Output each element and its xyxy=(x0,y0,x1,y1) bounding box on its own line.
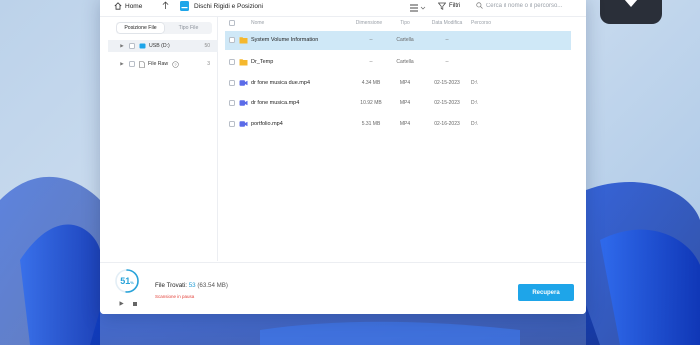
play-icon[interactable] xyxy=(119,301,124,306)
file-date: 02-16-2023 xyxy=(434,121,460,127)
column-date[interactable]: Data Modifica xyxy=(425,20,469,26)
file-name: dr fone musica due.mp4 xyxy=(251,80,311,86)
location-breadcrumb[interactable]: Dischi Rigidi e Posizioni xyxy=(179,0,263,14)
file-name: Dr_Temp xyxy=(251,59,274,65)
file-path: D:\ xyxy=(471,121,478,127)
file-type: MP4 xyxy=(399,121,411,127)
expand-arrow-icon[interactable]: ▶ xyxy=(118,61,126,67)
scan-status: Scansione in pausa xyxy=(155,294,195,299)
row-checkbox[interactable] xyxy=(229,80,235,86)
home-label: Home xyxy=(125,2,143,10)
video-file-icon xyxy=(239,80,248,86)
file-type: Cartella xyxy=(396,59,414,65)
usb-drive-icon xyxy=(139,43,146,49)
sidebar-item-count: 3 xyxy=(207,61,210,67)
arrow-up-icon xyxy=(162,0,169,9)
file-type: MP4 xyxy=(399,80,411,86)
filter-label: Filtri xyxy=(449,2,461,9)
file-list: Nome Dimensione Tipo Data Modifica Perco… xyxy=(221,17,586,261)
sidebar-item-usb[interactable]: ▶ USB (D:) 50 xyxy=(108,40,218,52)
file-path: D:\ xyxy=(471,100,478,106)
sidebar-item-label: USB (D:) xyxy=(149,43,170,49)
sidebar-item-checkbox[interactable] xyxy=(129,61,135,67)
filter-icon xyxy=(438,2,446,10)
search-icon xyxy=(476,2,483,9)
sidebar-item-checkbox[interactable] xyxy=(129,43,135,49)
sidebar: Posizione File Tipo File ▶ USB (D:) 50 ▶… xyxy=(108,17,218,261)
row-checkbox[interactable] xyxy=(229,59,235,65)
search-input[interactable] xyxy=(485,2,580,9)
row-checkbox[interactable] xyxy=(229,37,235,43)
video-file-icon xyxy=(239,100,248,106)
svg-text:?: ? xyxy=(175,61,178,66)
file-type: MP4 xyxy=(399,100,411,106)
video-file-icon xyxy=(239,121,248,127)
found-count: 53 xyxy=(188,282,196,289)
file-name: portfolio.mp4 xyxy=(251,121,283,127)
home-button[interactable]: Home xyxy=(114,0,142,13)
sidebar-item-label: File Raw xyxy=(148,61,169,67)
view-mode-button[interactable] xyxy=(409,0,427,12)
table-row[interactable]: System Volume Information -- Cartella -- xyxy=(225,31,571,50)
file-date: -- xyxy=(445,59,449,65)
progress-percent: 51% xyxy=(120,276,134,286)
column-type[interactable]: Tipo xyxy=(385,20,425,26)
tab-file-type[interactable]: Tipo File xyxy=(165,22,212,34)
file-path: D:\ xyxy=(471,80,478,86)
table-header: Nome Dimensione Tipo Data Modifica Perco… xyxy=(221,17,586,29)
up-button[interactable] xyxy=(160,0,171,12)
filter-button[interactable]: Filtri xyxy=(438,0,460,11)
file-type: Cartella xyxy=(396,37,414,43)
row-checkbox[interactable] xyxy=(229,100,235,106)
column-path[interactable]: Percorso xyxy=(471,20,491,26)
file-date: 02-15-2023 xyxy=(434,100,460,106)
file-name: System Volume Information xyxy=(251,37,319,43)
table-row[interactable]: portfolio.mp4 5.31 MB MP4 02-16-2023 D:\ xyxy=(225,115,571,134)
found-size: (63.54 MB) xyxy=(197,282,228,289)
folder-icon xyxy=(239,37,248,44)
folder-icon xyxy=(239,59,248,66)
sidebar-tabs: Posizione File Tipo File xyxy=(116,22,212,34)
file-date: -- xyxy=(445,37,449,43)
app-tile[interactable] xyxy=(600,0,662,24)
raw-file-icon xyxy=(139,60,145,68)
table-row[interactable]: dr fone musica due.mp4 4.34 MB MP4 02-15… xyxy=(225,74,571,93)
select-all-checkbox[interactable] xyxy=(229,20,235,26)
row-checkbox[interactable] xyxy=(229,121,235,127)
diamond-icon xyxy=(624,0,638,7)
home-icon xyxy=(114,2,122,10)
status-footer: 51% File Trovati: 53 (63.54 MB) Scansion… xyxy=(100,262,586,314)
file-date: 02-15-2023 xyxy=(434,80,460,86)
tab-file-location[interactable]: Posizione File xyxy=(117,23,164,33)
drive-icon xyxy=(180,1,189,11)
found-label: File Trovati: xyxy=(155,282,187,289)
column-name[interactable]: Nome xyxy=(251,20,264,26)
files-found-summary: File Trovati: 53 (63.54 MB) xyxy=(155,282,228,289)
path-label: Dischi Rigidi e Posizioni xyxy=(194,2,263,10)
recover-button[interactable]: Recupera xyxy=(518,284,574,301)
table-row[interactable]: dr fone musica.mp4 10.92 MB MP4 02-15-20… xyxy=(225,94,571,113)
sidebar-item-raw-files[interactable]: ▶ File Raw ? 3 xyxy=(108,58,218,70)
recovery-app-window: Home Dischi Rigidi e Posizioni Filtri Ce… xyxy=(100,0,586,314)
table-row[interactable]: Dr_Temp -- Cartella -- xyxy=(225,53,571,72)
help-circle-icon[interactable]: ? xyxy=(172,60,179,68)
sidebar-item-count: 50 xyxy=(204,43,210,49)
list-view-icon xyxy=(410,4,426,12)
file-name: dr fone musica.mp4 xyxy=(251,100,300,106)
expand-arrow-icon[interactable]: ▶ xyxy=(118,43,126,49)
search-box[interactable] xyxy=(472,0,580,12)
toolbar: Home Dischi Rigidi e Posizioni Filtri xyxy=(100,0,586,17)
stop-icon[interactable] xyxy=(133,302,137,306)
